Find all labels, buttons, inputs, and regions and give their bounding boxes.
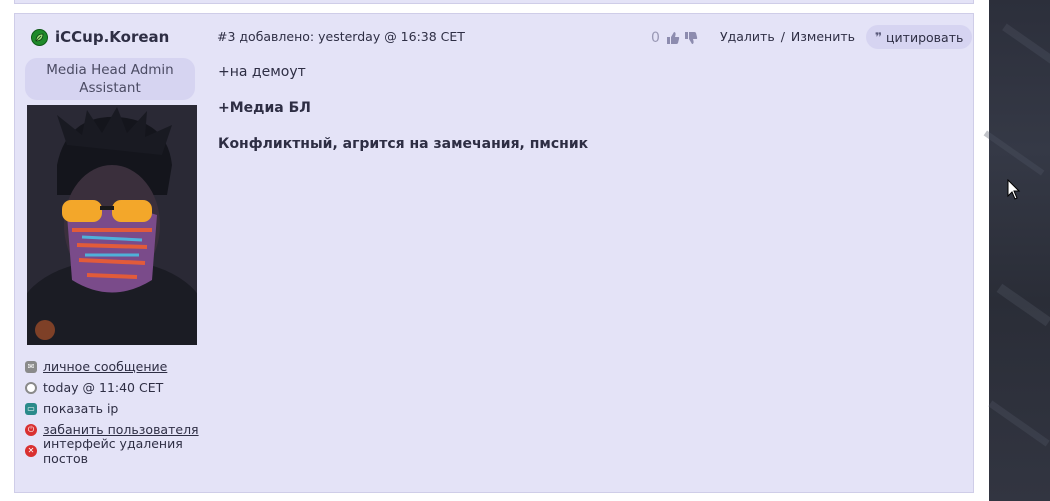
- post-line-2: +Медиа БЛ: [218, 100, 311, 116]
- quote-icon: ❞: [875, 30, 883, 44]
- last-seen-row: today @ 11:40 CET: [25, 377, 225, 398]
- post-moderation-links: Удалить / Изменить: [720, 29, 855, 44]
- author-name-link[interactable]: iCCup.Korean: [55, 28, 169, 46]
- forum-post: iCCup.Korean Media Head Admin Assistant: [14, 13, 974, 493]
- edit-post-link[interactable]: Изменить: [791, 29, 855, 44]
- quote-button[interactable]: ❞ цитировать: [866, 25, 973, 49]
- last-seen-text: today @ 11:40 CET: [43, 380, 164, 395]
- vote-controls: 0: [651, 28, 700, 48]
- author-panel: iCCup.Korean Media Head Admin Assistant: [25, 24, 225, 466]
- avatar-image: [27, 105, 197, 345]
- page-background-artwork: [983, 0, 1050, 501]
- post-header: #3 добавлено: yesterday @ 16:38 CET 0 Уд…: [217, 25, 973, 50]
- author-header: iCCup.Korean: [25, 24, 225, 50]
- quote-label: цитировать: [886, 29, 964, 45]
- vote-count: 0: [651, 30, 660, 46]
- power-icon: ⏻: [25, 423, 37, 436]
- private-message-row[interactable]: ✉ личное сообщение: [25, 356, 225, 377]
- post-meta: #3 добавлено: yesterday @ 16:38 CET: [217, 29, 465, 44]
- envelope-icon: ✉: [25, 360, 37, 373]
- link-separator: /: [780, 29, 785, 44]
- previous-post-edge: [14, 0, 974, 4]
- role-line-1: Media Head Admin: [46, 62, 174, 78]
- show-ip-link[interactable]: показать ip: [43, 401, 118, 416]
- thumbs-down-icon[interactable]: [684, 31, 698, 45]
- post-line-3: Конфликтный, агрится на замечания, пмсни…: [218, 136, 589, 152]
- avatar[interactable]: [27, 105, 197, 345]
- post-line-1: +на демоут: [218, 64, 306, 80]
- delete-circle-icon: ✕: [25, 444, 37, 457]
- online-leaf-icon: [31, 28, 48, 46]
- role-line-2: Assistant: [79, 80, 141, 96]
- mouse-cursor-icon: [1007, 179, 1021, 200]
- show-ip-row[interactable]: ▭ показать ip: [25, 398, 225, 419]
- role-badge: Media Head Admin Assistant: [25, 58, 195, 100]
- clock-icon: [25, 381, 37, 394]
- delete-post-link[interactable]: Удалить: [720, 29, 775, 44]
- private-message-link[interactable]: личное сообщение: [43, 359, 167, 374]
- monitor-icon: ▭: [25, 402, 37, 415]
- post-body: +на демоут +Медиа БЛ Конфликтный, агритс…: [218, 64, 958, 172]
- delete-posts-interface-row[interactable]: ✕ интерфейс удаления постов: [25, 436, 225, 466]
- thumbs-up-icon[interactable]: [666, 31, 680, 45]
- delete-posts-interface-link[interactable]: интерфейс удаления постов: [43, 436, 225, 466]
- user-actions-list: ✉ личное сообщение today @ 11:40 CET ▭ п…: [25, 356, 225, 466]
